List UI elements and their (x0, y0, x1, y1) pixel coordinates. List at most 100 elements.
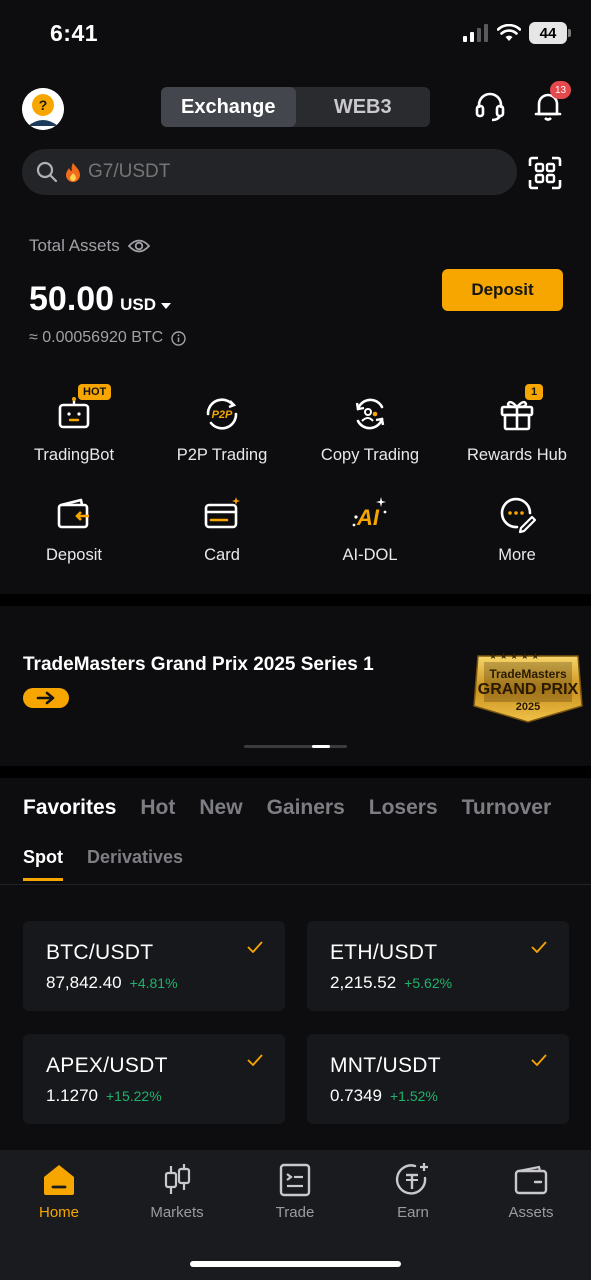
market-sub-tabs: Spot Derivatives (23, 847, 183, 881)
p2p-icon: P2P (202, 394, 242, 434)
card-change: +4.81% (129, 975, 178, 991)
status-time: 6:41 (50, 20, 99, 46)
avatar[interactable]: ? (22, 88, 64, 130)
robot-icon: HOT (54, 384, 112, 434)
favorite-card-apex[interactable]: APEX/USDT 1.1270 +15.22% (23, 1034, 285, 1124)
tab-derivatives[interactable]: Derivatives (87, 847, 183, 881)
shortcut-copy-trading[interactable]: Copy Trading (296, 394, 444, 465)
carousel-active-dot (312, 745, 330, 748)
svg-text:TradeMasters: TradeMasters (489, 667, 567, 681)
tab-losers[interactable]: Losers (369, 796, 438, 820)
tab-gainers[interactable]: Gainers (267, 796, 345, 820)
card-pair: APEX/USDT (46, 1054, 168, 1077)
card-icon (202, 494, 242, 534)
notifications-button[interactable]: 13 (531, 81, 571, 123)
nav-markets[interactable]: Markets (118, 1162, 236, 1221)
check-icon[interactable] (531, 941, 547, 953)
qr-scan-icon (528, 156, 562, 190)
total-assets-value: 50.00 USD (29, 280, 171, 319)
earn-icon (395, 1163, 428, 1195)
tab-favorites[interactable]: Favorites (23, 796, 116, 820)
currency-selector[interactable]: USD (120, 295, 171, 315)
grand-prix-logo[interactable]: ★ ★ ★ ★ ★ TradeMasters GRAND PRIX 2025 (470, 644, 586, 724)
caret-down-icon (160, 303, 171, 309)
card-price: 87,842.40 (46, 973, 122, 992)
shortcut-p2p-trading[interactable]: P2P P2P Trading (148, 394, 296, 465)
card-pair: BTC/USDT (46, 941, 154, 964)
nav-trade[interactable]: Trade (236, 1162, 354, 1221)
shortcut-tradingbot[interactable]: HOT TradingBot (0, 384, 148, 465)
svg-text:GRAND PRIX: GRAND PRIX (478, 681, 579, 698)
shortcut-card[interactable]: Card (148, 494, 296, 565)
svg-text:AI: AI (356, 505, 380, 530)
trade-icon (279, 1163, 311, 1197)
check-icon[interactable] (531, 1054, 547, 1066)
nav-home[interactable]: Home (0, 1162, 118, 1221)
svg-text:★ ★ ★ ★ ★: ★ ★ ★ ★ ★ (489, 651, 539, 661)
status-indicators: 44 (463, 22, 571, 44)
avatar-icon: ? (22, 88, 64, 130)
tab-web3[interactable]: WEB3 (296, 87, 431, 127)
tab-spot[interactable]: Spot (23, 847, 63, 881)
signal-icon (463, 24, 488, 42)
section-divider (0, 766, 591, 778)
ai-icon: AI (350, 494, 390, 534)
check-icon[interactable] (247, 1054, 263, 1066)
svg-text:P2P: P2P (212, 409, 233, 421)
tabs-divider (0, 884, 591, 885)
candlestick-icon (164, 1164, 191, 1194)
headset-icon (475, 92, 505, 122)
more-icon (497, 494, 537, 534)
tab-new[interactable]: New (199, 796, 242, 820)
shortcut-more[interactable]: More (443, 494, 591, 565)
search-bar[interactable] (22, 149, 517, 195)
search-icon (36, 161, 58, 183)
home-indicator (190, 1261, 401, 1267)
check-icon[interactable] (247, 941, 263, 953)
home-icon (44, 1165, 74, 1195)
card-pair: ETH/USDT (330, 941, 438, 964)
shortcut-ai-dol[interactable]: AI AI-DOL (296, 494, 444, 565)
scan-button[interactable] (528, 156, 562, 190)
svg-text:2025: 2025 (516, 701, 540, 713)
rewards-badge: 1 (525, 384, 544, 400)
fire-icon (66, 163, 80, 182)
support-button[interactable] (473, 89, 507, 123)
card-price: 2,215.52 (330, 973, 397, 992)
shortcut-rewards-hub[interactable]: 1 Rewards Hub (443, 384, 591, 465)
shortcut-deposit[interactable]: Deposit (0, 494, 148, 565)
wifi-icon (497, 24, 521, 41)
tab-hot[interactable]: Hot (140, 796, 175, 820)
banner-title[interactable]: TradeMasters Grand Prix 2025 Series 1 (23, 654, 374, 676)
wallet-icon (514, 1165, 548, 1195)
nav-earn[interactable]: Earn (354, 1162, 472, 1221)
gift-icon: 1 (497, 384, 544, 434)
notification-badge: 13 (550, 81, 571, 99)
deposit-button[interactable]: Deposit (442, 269, 563, 311)
info-icon[interactable] (171, 330, 186, 346)
favorite-card-btc[interactable]: BTC/USDT 87,842.40 +4.81% (23, 921, 285, 1011)
exchange-web3-switch[interactable]: Exchange WEB3 (161, 87, 430, 127)
carousel-indicator (244, 745, 347, 748)
hot-badge: HOT (78, 384, 112, 400)
card-change: +15.22% (106, 1088, 162, 1104)
tab-exchange[interactable]: Exchange (161, 87, 296, 127)
arrow-right-icon (36, 691, 55, 705)
nav-assets[interactable]: Assets (472, 1162, 590, 1221)
eye-icon[interactable] (127, 238, 150, 254)
svg-text:?: ? (39, 97, 48, 113)
market-tabs: Favorites Hot New Gainers Losers Turnove… (23, 796, 575, 820)
btc-equivalent: ≈ 0.00056920 BTC (29, 329, 186, 347)
favorite-card-mnt[interactable]: MNT/USDT 0.7349 +1.52% (307, 1034, 569, 1124)
card-price: 1.1270 (46, 1086, 98, 1105)
card-pair: MNT/USDT (330, 1054, 441, 1077)
battery-indicator: 44 (529, 22, 571, 44)
tab-turnover[interactable]: Turnover (462, 796, 551, 820)
banner-arrow-button[interactable] (23, 688, 69, 708)
total-assets-label: Total Assets (29, 236, 150, 256)
favorite-card-eth[interactable]: ETH/USDT 2,215.52 +5.62% (307, 921, 569, 1011)
card-change: +5.62% (404, 975, 453, 991)
copy-trading-icon (350, 394, 390, 434)
assets-amount: 50.00 (29, 280, 115, 318)
search-input[interactable] (88, 161, 468, 183)
